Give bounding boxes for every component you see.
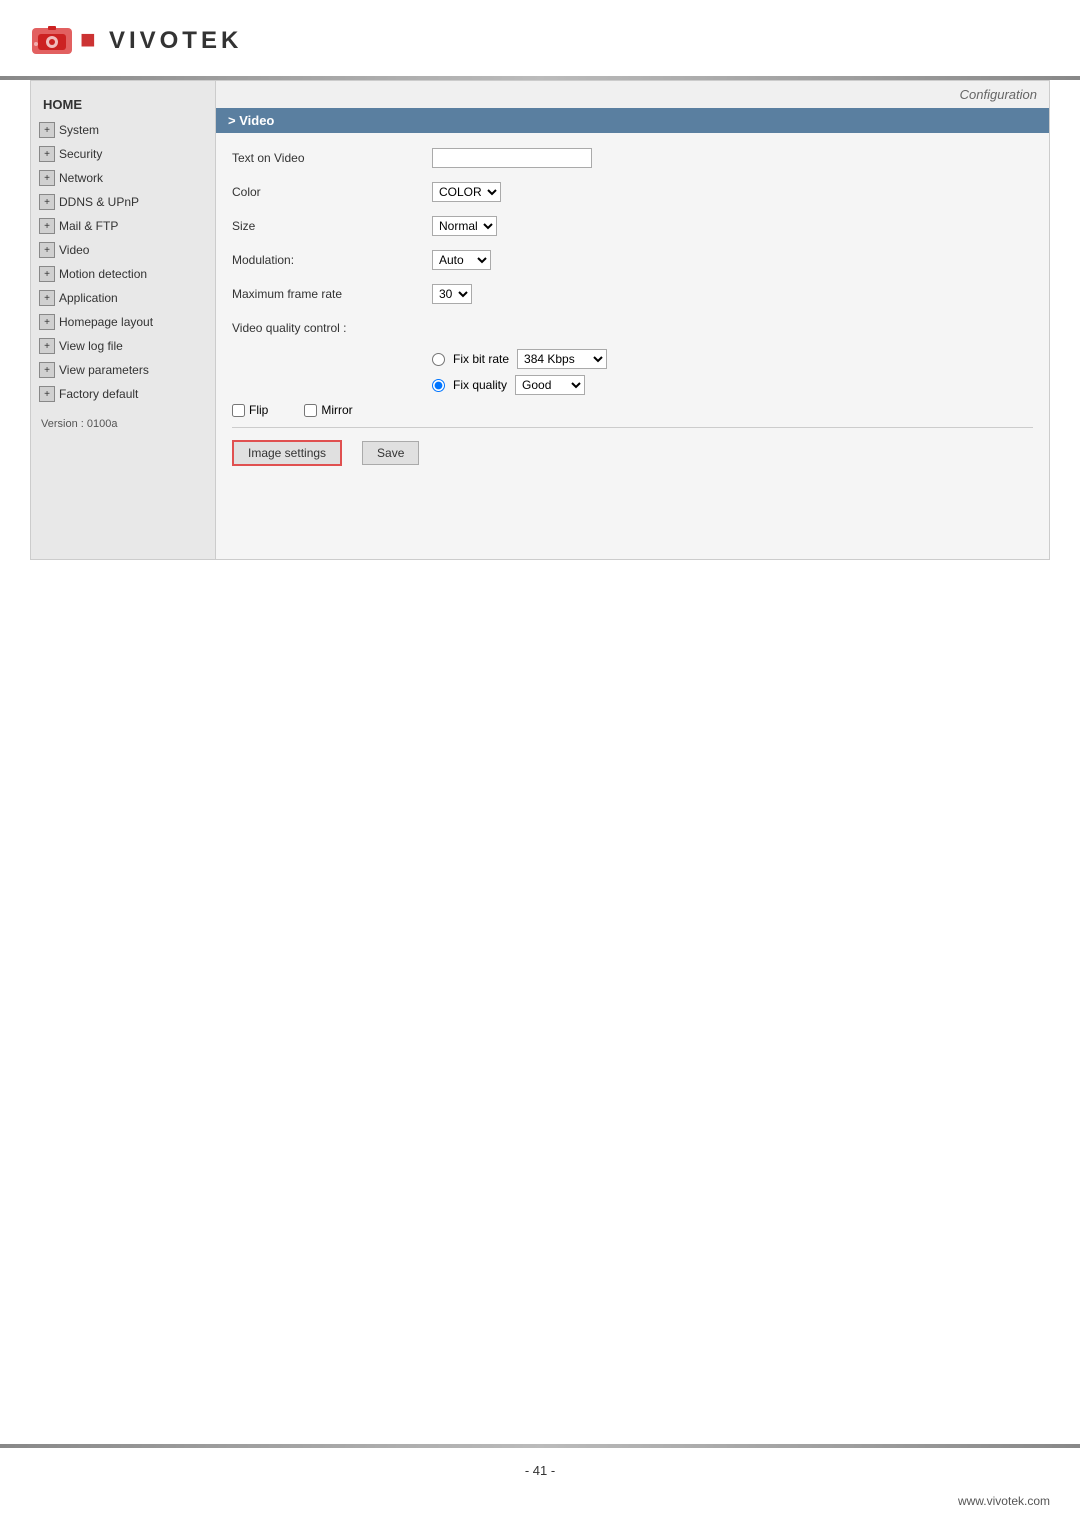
mirror-option: Mirror xyxy=(304,403,352,417)
header: ■ VIVOTEK xyxy=(0,0,1080,68)
sidebar-item-motion-detection[interactable]: + Motion detection xyxy=(31,262,215,286)
fix-quality-radio-label: Fix quality xyxy=(453,378,507,392)
sidebar-item-application[interactable]: + Application xyxy=(31,286,215,310)
expand-icon-homepage: + xyxy=(39,314,55,330)
sidebar-label-params: View parameters xyxy=(59,363,149,377)
bit-rate-select[interactable]: 384 Kbps 512 Kbps 768 Kbps 1024 Kbps 150… xyxy=(517,349,607,369)
image-settings-button[interactable]: Image settings xyxy=(232,440,342,466)
max-frame-rate-control: 30 25 20 15 10 5 xyxy=(432,284,472,304)
text-on-video-control xyxy=(432,148,592,168)
fix-quality-radio[interactable] xyxy=(432,379,445,392)
text-on-video-label: Text on Video xyxy=(232,151,432,165)
color-label: Color xyxy=(232,185,432,199)
website: www.vivotek.com xyxy=(958,1494,1050,1508)
config-header: Configuration xyxy=(216,81,1049,108)
modulation-control: Auto NTSC PAL xyxy=(432,250,491,270)
main-container: HOME + System + Security + Network + DDN… xyxy=(30,80,1050,560)
fix-quality-row: Fix quality Good Medium Standard Detaile… xyxy=(232,375,1033,395)
modulation-row: Modulation: Auto NTSC PAL xyxy=(232,247,1033,273)
expand-icon-motion: + xyxy=(39,266,55,282)
bottom-divider xyxy=(0,1444,1080,1448)
sidebar-label-security: Security xyxy=(59,147,102,161)
flip-checkbox[interactable] xyxy=(232,404,245,417)
sidebar-label-factory: Factory default xyxy=(59,387,138,401)
video-quality-label-row: Video quality control : xyxy=(232,315,1033,341)
flip-label: Flip xyxy=(249,403,268,417)
text-on-video-input[interactable] xyxy=(432,148,592,168)
sidebar-home[interactable]: HOME xyxy=(31,91,215,118)
sidebar-item-video[interactable]: + Video xyxy=(31,238,215,262)
button-divider xyxy=(232,427,1033,428)
section-title-bar: > Video xyxy=(216,108,1049,133)
mirror-checkbox[interactable] xyxy=(304,404,317,417)
fix-bit-rate-option: Fix bit rate 384 Kbps 512 Kbps 768 Kbps … xyxy=(432,349,607,369)
fix-quality-option: Fix quality Good Medium Standard Detaile… xyxy=(432,375,585,395)
sidebar-item-homepage-layout[interactable]: + Homepage layout xyxy=(31,310,215,334)
color-control: COLOR B&W xyxy=(432,182,501,202)
sidebar-label-ddns: DDNS & UPnP xyxy=(59,195,139,209)
expand-icon-security: + xyxy=(39,146,55,162)
expand-icon-factory: + xyxy=(39,386,55,402)
fix-bit-rate-radio[interactable] xyxy=(432,353,445,366)
sidebar-label-system: System xyxy=(59,123,99,137)
page-number: - 41 - xyxy=(0,1463,1080,1478)
expand-icon-video: + xyxy=(39,242,55,258)
sidebar-item-security[interactable]: + Security xyxy=(31,142,215,166)
vivotek-logo-icon xyxy=(30,20,74,58)
sidebar-item-system[interactable]: + System xyxy=(31,118,215,142)
sidebar-label-motion: Motion detection xyxy=(59,267,147,281)
expand-icon-ddns: + xyxy=(39,194,55,210)
text-on-video-row: Text on Video xyxy=(232,145,1033,171)
expand-icon-network: + xyxy=(39,170,55,186)
sidebar-label-mail: Mail & FTP xyxy=(59,219,118,233)
expand-icon-log: + xyxy=(39,338,55,354)
max-frame-rate-label: Maximum frame rate xyxy=(232,287,432,301)
sidebar-item-factory-default[interactable]: + Factory default xyxy=(31,382,215,406)
size-select[interactable]: Normal Large Small xyxy=(432,216,497,236)
size-row: Size Normal Large Small xyxy=(232,213,1033,239)
sidebar-item-network[interactable]: + Network xyxy=(31,166,215,190)
sidebar-item-mail-ftp[interactable]: + Mail & FTP xyxy=(31,214,215,238)
logo-text: ■ VIVOTEK xyxy=(80,24,242,55)
video-quality-label: Video quality control : xyxy=(232,321,432,335)
sidebar-item-ddns-upnp[interactable]: + DDNS & UPnP xyxy=(31,190,215,214)
expand-icon-mail: + xyxy=(39,218,55,234)
version-text: Version : 0100a xyxy=(31,406,215,442)
sidebar-item-view-log-file[interactable]: + View log file xyxy=(31,334,215,358)
flip-option: Flip xyxy=(232,403,268,417)
sidebar-label-log: View log file xyxy=(59,339,123,353)
fix-bit-rate-radio-label: Fix bit rate xyxy=(453,352,509,366)
color-row: Color COLOR B&W xyxy=(232,179,1033,205)
fix-bit-rate-row: Fix bit rate 384 Kbps 512 Kbps 768 Kbps … xyxy=(232,349,1033,369)
color-select[interactable]: COLOR B&W xyxy=(432,182,501,202)
sidebar-label-network: Network xyxy=(59,171,103,185)
sidebar: HOME + System + Security + Network + DDN… xyxy=(31,81,216,559)
modulation-label: Modulation: xyxy=(232,253,432,267)
content-panel: Configuration > Video Text on Video Colo… xyxy=(216,81,1049,559)
expand-icon-app: + xyxy=(39,290,55,306)
expand-icon-system: + xyxy=(39,122,55,138)
logo: ■ VIVOTEK xyxy=(30,20,1050,58)
sidebar-label-video: Video xyxy=(59,243,89,257)
expand-icon-params: + xyxy=(39,362,55,378)
flip-mirror-row: Flip Mirror xyxy=(232,403,1033,417)
mirror-label: Mirror xyxy=(321,403,352,417)
max-frame-rate-select[interactable]: 30 25 20 15 10 5 xyxy=(432,284,472,304)
save-button[interactable]: Save xyxy=(362,441,419,465)
form-area: Text on Video Color COLOR B&W Size xyxy=(216,133,1049,482)
sidebar-label-app: Application xyxy=(59,291,118,305)
modulation-select[interactable]: Auto NTSC PAL xyxy=(432,250,491,270)
quality-select[interactable]: Good Medium Standard Detailed Excellent xyxy=(515,375,585,395)
sidebar-label-homepage: Homepage layout xyxy=(59,315,153,329)
size-control: Normal Large Small xyxy=(432,216,497,236)
size-label: Size xyxy=(232,219,432,233)
button-row: Image settings Save xyxy=(232,436,1033,470)
max-frame-rate-row: Maximum frame rate 30 25 20 15 10 5 xyxy=(232,281,1033,307)
sidebar-item-view-parameters[interactable]: + View parameters xyxy=(31,358,215,382)
